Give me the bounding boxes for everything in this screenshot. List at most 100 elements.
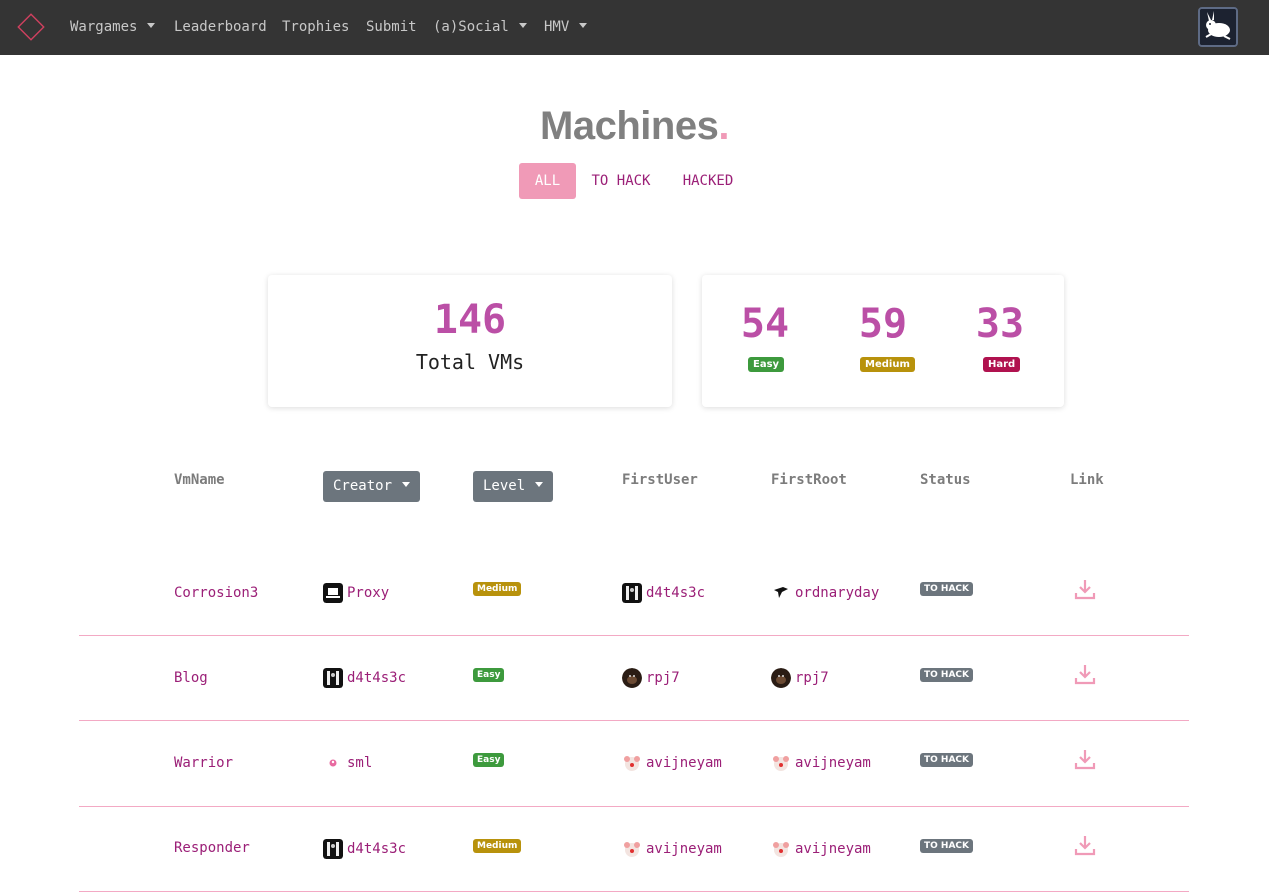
first-root-link[interactable]: ordnaryday [771, 583, 879, 603]
tab-all[interactable]: ALL [519, 163, 576, 199]
status-badge: TO HACK [920, 753, 973, 767]
easy-badge: Easy [748, 357, 785, 372]
col-header-firstuser: FirstUser [622, 472, 698, 488]
nav-submit-label: Submit [366, 19, 417, 35]
page-title-text: Machines [540, 104, 719, 148]
nav-trophies-label: Trophies [282, 19, 350, 35]
total-vms-label: Total VMs [415, 350, 525, 374]
creator-name: d4t4s3c [347, 670, 407, 686]
first-user-name: avijneyam [646, 755, 722, 771]
creator-name: d4t4s3c [347, 841, 407, 857]
rabbit-avatar-icon [1200, 9, 1236, 45]
download-icon[interactable] [1074, 834, 1096, 856]
creator-link[interactable]: sml [323, 753, 372, 773]
first-root-link[interactable]: rpj7 [771, 668, 829, 688]
tab-to-hack[interactable]: TO HACK [585, 163, 657, 199]
first-user-name: avijneyam [646, 841, 722, 857]
nav-wargames-label: Wargames [70, 19, 138, 35]
chevron-down-icon [518, 23, 527, 28]
creator-filter-button[interactable]: Creator [323, 471, 420, 502]
chevron-down-icon [535, 482, 544, 487]
col-header-vmname: VmName [174, 472, 225, 488]
monkey-avatar-icon [622, 668, 642, 688]
first-user-link[interactable]: avijneyam [622, 839, 722, 859]
nav-hmv-label: HMV [544, 19, 570, 35]
chevron-down-icon [579, 23, 588, 28]
status-badge: TO HACK [920, 668, 973, 682]
figure-avatar-icon [323, 839, 343, 859]
laptop-avatar-icon [323, 583, 343, 603]
creator-link[interactable]: d4t4s3c [323, 839, 406, 859]
col-header-firstroot: FirstRoot [771, 472, 847, 488]
easy-count: 54 [740, 301, 790, 347]
level-badge: Medium [473, 839, 522, 853]
table-row: Responder d4t4s3c Medium avijneyam avijn… [79, 806, 1189, 892]
creator-filter-label: Creator [333, 478, 393, 494]
creator-link[interactable]: d4t4s3c [323, 668, 406, 688]
nav-social-label: (a)Social [433, 19, 509, 35]
vm-name-link[interactable]: Warrior [174, 754, 233, 772]
creator-name: sml [347, 755, 373, 771]
col-header-link: Link [1070, 472, 1104, 488]
difficulty-card: 54 Easy 59 Medium 33 Hard [702, 275, 1064, 407]
medium-badge: Medium [860, 357, 915, 372]
figure-avatar-icon [323, 668, 343, 688]
col-header-status: Status [920, 472, 971, 488]
nav-trophies[interactable]: Trophies [282, 17, 349, 39]
top-navbar: Wargames Leaderboard Trophies Submit (a)… [0, 0, 1269, 55]
diamond-logo-icon[interactable] [17, 13, 45, 41]
first-root-name: ordnaryday [795, 585, 880, 601]
first-root-link[interactable]: avijneyam [771, 753, 871, 773]
download-icon[interactable] [1074, 578, 1096, 600]
tab-hacked[interactable]: HACKED [675, 163, 741, 199]
first-root-name: avijneyam [795, 841, 871, 857]
nav-hmv[interactable]: HMV [544, 17, 588, 39]
level-filter-button[interactable]: Level [473, 471, 553, 502]
hard-count: 33 [975, 301, 1025, 347]
nav-submit[interactable]: Submit [366, 17, 417, 39]
first-root-link[interactable]: avijneyam [771, 839, 871, 859]
first-user-name: rpj7 [646, 670, 680, 686]
table-row: Warrior sml Easy avijneyam avijneyam TO … [79, 721, 1189, 807]
vm-name-link[interactable]: Blog [174, 669, 208, 687]
status-badge: TO HACK [920, 839, 973, 853]
clown-avatar-icon [771, 753, 791, 773]
table-row: Corrosion3 Proxy Medium d4t4s3c ordnaryd… [79, 550, 1189, 636]
nav-leaderboard[interactable]: Leaderboard [174, 17, 267, 39]
clown-avatar-icon [771, 839, 791, 859]
download-icon[interactable] [1074, 748, 1096, 770]
creator-name: Proxy [347, 585, 390, 601]
first-user-link[interactable]: avijneyam [622, 753, 722, 773]
page-title: Machines. [0, 104, 1269, 149]
first-user-name: d4t4s3c [646, 585, 706, 601]
nav-wargames[interactable]: Wargames [70, 17, 156, 39]
row-divider [79, 891, 1189, 892]
monkey-avatar-icon [771, 668, 791, 688]
first-user-link[interactable]: d4t4s3c [622, 583, 705, 603]
first-root-name: avijneyam [795, 755, 871, 771]
heart-avatar-icon [323, 753, 343, 773]
download-icon[interactable] [1074, 663, 1096, 685]
level-badge: Easy [473, 753, 505, 767]
chevron-down-icon [147, 23, 156, 28]
vm-name-link[interactable]: Corrosion3 [174, 584, 258, 602]
status-badge: TO HACK [920, 582, 973, 596]
table-row: Blog d4t4s3c Easy rpj7 rpj7 TO HACK [79, 635, 1189, 721]
chevron-down-icon [402, 482, 411, 487]
nav-social[interactable]: (a)Social [433, 17, 527, 39]
vm-name-link[interactable]: Responder [174, 839, 250, 857]
clown-avatar-icon [622, 753, 642, 773]
creator-link[interactable]: Proxy [323, 583, 389, 603]
first-root-name: rpj7 [795, 670, 829, 686]
hard-badge: Hard [983, 357, 1021, 372]
user-avatar[interactable] [1198, 7, 1238, 47]
level-badge: Easy [473, 668, 505, 682]
nav-leaderboard-label: Leaderboard [174, 19, 267, 35]
first-user-link[interactable]: rpj7 [622, 668, 680, 688]
medium-count: 59 [858, 301, 908, 347]
level-filter-label: Level [483, 478, 526, 494]
level-badge: Medium [473, 582, 522, 596]
clown-avatar-icon [622, 839, 642, 859]
total-vms-count: 146 [433, 297, 507, 343]
total-vms-card: 146 Total VMs [268, 275, 672, 407]
